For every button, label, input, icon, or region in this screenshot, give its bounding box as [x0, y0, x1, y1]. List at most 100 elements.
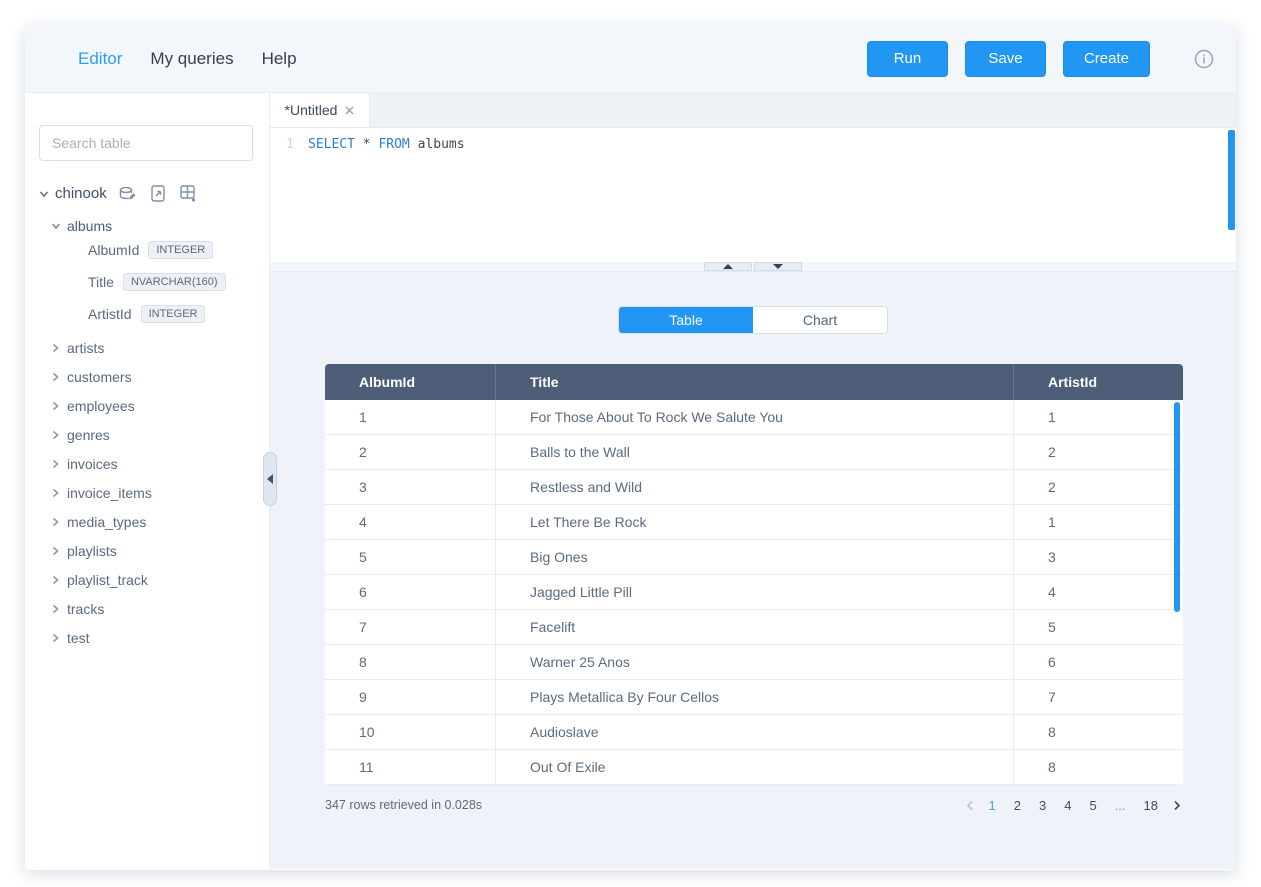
app-body: chinook albums AlbumId: [25, 93, 1236, 869]
nav-item-editor[interactable]: Editor: [78, 49, 122, 69]
cell-albumid: 4: [325, 505, 495, 539]
table-name: artists: [67, 340, 104, 356]
table-row[interactable]: 5 Big Ones 3: [325, 540, 1183, 575]
editor-scrollbar[interactable]: [1228, 130, 1235, 230]
database-name: chinook: [55, 185, 107, 202]
edit-connection-icon[interactable]: [119, 186, 137, 202]
cell-title: For Those About To Rock We Salute You: [495, 400, 1013, 434]
column-header[interactable]: AlbumId: [325, 364, 495, 400]
tab-table[interactable]: Table: [619, 307, 753, 333]
tab-label: *Untitled: [285, 102, 338, 118]
column-type-badge: INTEGER: [148, 241, 213, 259]
sidebar-table-albums[interactable]: albums: [51, 218, 269, 234]
table-name: albums: [67, 218, 112, 234]
chevron-right-icon: [51, 401, 60, 411]
table-row[interactable]: 11 Out Of Exile 8: [325, 750, 1183, 785]
arrow-up-icon: [723, 264, 733, 269]
chevron-right-icon: [51, 372, 60, 382]
sidebar-table-customers[interactable]: customers: [39, 362, 269, 391]
cell-artistid: 1: [1013, 505, 1183, 539]
chevron-right-icon: [51, 488, 60, 498]
page-button-4[interactable]: 4: [1059, 796, 1076, 815]
table-name: customers: [67, 369, 132, 385]
database-row[interactable]: chinook: [39, 185, 269, 202]
sidebar-table-invoices[interactable]: invoices: [39, 449, 269, 478]
cell-albumid: 1: [325, 400, 495, 434]
sql-identifier: albums: [418, 137, 465, 152]
table-row[interactable]: 7 Facelift 5: [325, 610, 1183, 645]
column-name: Title: [88, 274, 114, 290]
page-button-3[interactable]: 3: [1034, 796, 1051, 815]
next-page-icon[interactable]: [1171, 798, 1183, 813]
sidebar-table-test[interactable]: test: [39, 623, 269, 652]
cell-title: Balls to the Wall: [495, 435, 1013, 469]
sidebar-table-playlist-track[interactable]: playlist_track: [39, 565, 269, 594]
cell-artistid: 8: [1013, 715, 1183, 749]
prev-page-icon[interactable]: [964, 798, 976, 813]
table-row[interactable]: 3 Restless and Wild 2: [325, 470, 1183, 505]
sidebar-table-tracks[interactable]: tracks: [39, 594, 269, 623]
add-table-icon[interactable]: [180, 185, 198, 202]
column-row: AlbumId INTEGER: [39, 234, 269, 266]
chevron-down-icon: [51, 221, 61, 231]
cell-albumid: 11: [325, 750, 495, 784]
chevron-right-icon: [51, 633, 60, 643]
column-header[interactable]: Title: [495, 364, 1013, 400]
sql-code: SELECT * FROM albums: [294, 135, 465, 155]
schema-sidebar: chinook albums AlbumId: [25, 93, 270, 869]
sidebar-table-genres[interactable]: genres: [39, 420, 269, 449]
table-row[interactable]: 8 Warner 25 Anos 6: [325, 645, 1183, 680]
cell-artistid: 2: [1013, 435, 1183, 469]
create-button[interactable]: Create: [1063, 41, 1150, 77]
cell-artistid: 5: [1013, 610, 1183, 644]
cell-title: Jagged Little Pill: [495, 575, 1013, 609]
sql-keyword: SELECT: [308, 137, 355, 152]
sidebar-table-media-types[interactable]: media_types: [39, 507, 269, 536]
column-row: Title NVARCHAR(160): [39, 266, 269, 298]
cell-artistid: 8: [1013, 750, 1183, 784]
cell-artistid: 7: [1013, 680, 1183, 714]
grid-scrollbar[interactable]: [1174, 402, 1180, 612]
search-table-input[interactable]: [39, 125, 253, 161]
panel-splitter[interactable]: [270, 262, 1236, 272]
page-button-18[interactable]: 18: [1139, 796, 1163, 815]
run-button[interactable]: Run: [867, 41, 948, 77]
info-icon[interactable]: [1194, 49, 1214, 69]
sidebar-table-employees[interactable]: employees: [39, 391, 269, 420]
nav-item-help[interactable]: Help: [262, 49, 297, 69]
table-row[interactable]: 1 For Those About To Rock We Salute You …: [325, 400, 1183, 435]
nav-item-my-queries[interactable]: My queries: [150, 49, 233, 69]
sidebar-table-artists[interactable]: artists: [39, 333, 269, 362]
cell-artistid: 6: [1013, 645, 1183, 679]
sidebar-collapse-handle[interactable]: [263, 452, 277, 506]
cell-title: Let There Be Rock: [495, 505, 1013, 539]
chevron-down-icon: [39, 189, 49, 199]
table-name: employees: [67, 398, 135, 414]
table-row[interactable]: 2 Balls to the Wall 2: [325, 435, 1183, 470]
tab-chart[interactable]: Chart: [753, 307, 887, 333]
save-button[interactable]: Save: [965, 41, 1046, 77]
sql-editor[interactable]: 1 SELECT * FROM albums: [270, 128, 1236, 262]
table-name: genres: [67, 427, 110, 443]
column-header[interactable]: ArtistId: [1013, 364, 1183, 400]
page-button-1[interactable]: 1: [984, 796, 1001, 815]
cell-artistid: 3: [1013, 540, 1183, 574]
cell-albumid: 8: [325, 645, 495, 679]
page-ellipsis: ...: [1110, 796, 1131, 815]
table-name: playlists: [67, 543, 117, 559]
cell-title: Big Ones: [495, 540, 1013, 574]
page-button-2[interactable]: 2: [1009, 796, 1026, 815]
expand-editor-button[interactable]: [704, 262, 752, 271]
page-button-5[interactable]: 5: [1084, 796, 1101, 815]
table-row[interactable]: 9 Plays Metallica By Four Cellos 7: [325, 680, 1183, 715]
close-tab-icon[interactable]: [345, 106, 354, 115]
table-row[interactable]: 6 Jagged Little Pill 4: [325, 575, 1183, 610]
expand-results-button[interactable]: [754, 262, 802, 271]
export-file-icon[interactable]: [151, 185, 166, 202]
chevron-right-icon: [51, 575, 60, 585]
table-row[interactable]: 10 Audioslave 8: [325, 715, 1183, 750]
tab-untitled[interactable]: *Untitled: [270, 93, 370, 127]
table-row[interactable]: 4 Let There Be Rock 1: [325, 505, 1183, 540]
sidebar-table-invoice-items[interactable]: invoice_items: [39, 478, 269, 507]
sidebar-table-playlists[interactable]: playlists: [39, 536, 269, 565]
